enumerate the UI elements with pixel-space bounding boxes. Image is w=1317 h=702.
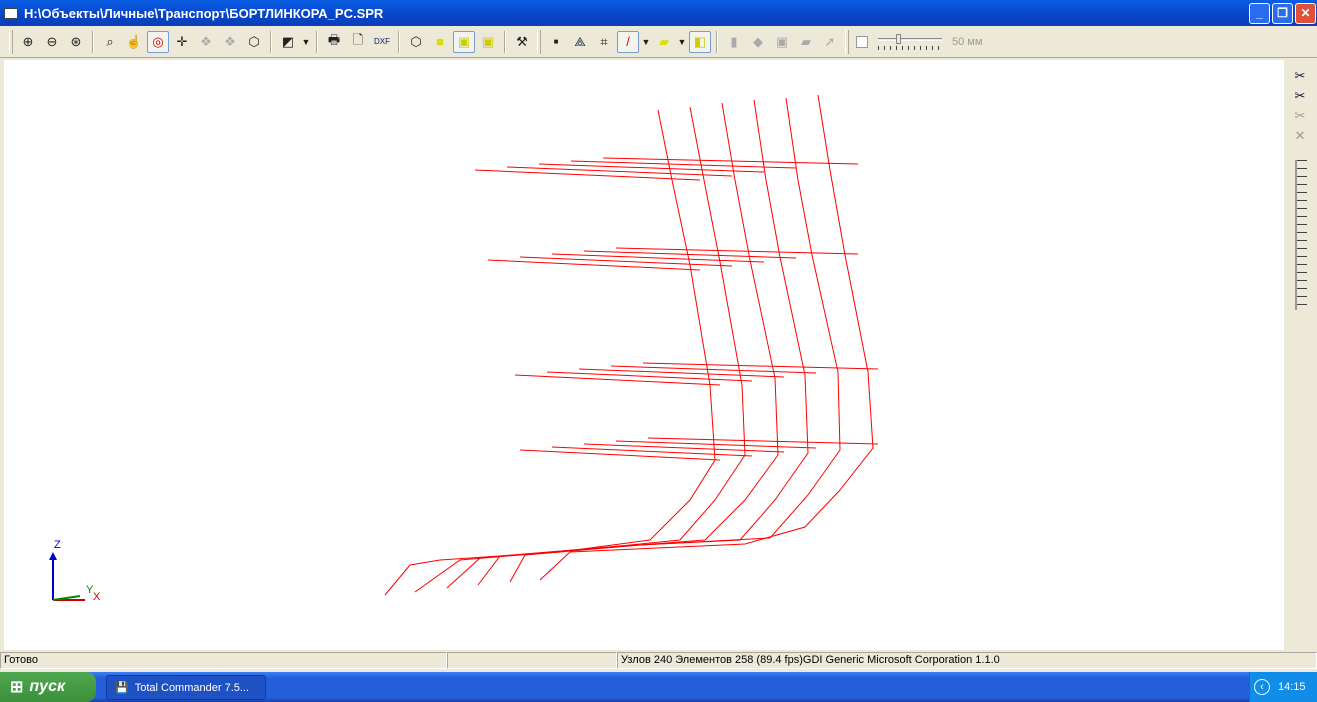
- solid-element-icon[interactable]: ◧: [689, 30, 711, 53]
- toolbar-grip[interactable]: [9, 29, 13, 54]
- start-label: пуск: [29, 678, 66, 695]
- wireframe-cube-icon[interactable]: ⬡: [405, 31, 427, 53]
- fragment2-icon[interactable]: ❖: [219, 31, 241, 53]
- app-icon: [4, 7, 18, 19]
- rotate-icon[interactable]: ◎: [147, 30, 169, 53]
- clock: 14:15: [1278, 681, 1306, 693]
- stringer-line: [474, 169, 701, 181]
- section-slider[interactable]: [878, 33, 942, 51]
- stringer-line: [514, 374, 721, 386]
- zoom-in-icon[interactable]: ⊕: [17, 31, 39, 53]
- taskbar: ⊞ пуск 💾 Total Commander 7.5... ‹ 14:15: [0, 672, 1317, 702]
- toolbar: ⊕ ⊖ ⊛ ⌕ ☝ ◎ ✛ ❖ ❖ ⬡ ◩ ▼ 🖶 🗋 DXF ⬡ ■ ▣ ▣ …: [0, 26, 1317, 58]
- minimize-button[interactable]: _: [1249, 3, 1270, 24]
- axis-x-label: X: [93, 591, 101, 603]
- stringer-line: [538, 163, 765, 173]
- tray-expand-icon[interactable]: ‹: [1254, 679, 1270, 695]
- line-element-icon[interactable]: /: [617, 30, 639, 53]
- status-ready: Готово: [0, 652, 447, 669]
- shape3-icon[interactable]: ▣: [771, 31, 793, 53]
- stringer-line: [519, 449, 721, 461]
- shaded-cube-icon[interactable]: ▣: [453, 30, 475, 53]
- dropdown-arrow-icon[interactable]: ▼: [641, 31, 651, 53]
- dropdown-arrow-icon[interactable]: ▼: [301, 31, 311, 53]
- stringer-line: [551, 253, 765, 263]
- task-label: Total Commander 7.5...: [134, 681, 250, 694]
- separator: [398, 30, 400, 53]
- status-empty: [447, 652, 617, 669]
- fragment-icon[interactable]: ❖: [195, 31, 217, 53]
- export-dxf-icon[interactable]: DXF: [371, 31, 393, 53]
- stringer-line: [551, 446, 753, 457]
- solid-cube-icon[interactable]: ■: [429, 31, 451, 53]
- print-icon[interactable]: 🖶: [323, 31, 345, 53]
- cut-disabled-icon[interactable]: ✂: [1289, 108, 1311, 126]
- axis-indicator: [49, 552, 85, 601]
- frame-line: [384, 109, 716, 596]
- stringer-line: [583, 443, 785, 453]
- node-icon[interactable]: ■: [545, 31, 567, 53]
- shaded-edges-cube-icon[interactable]: ▣: [477, 31, 499, 53]
- cut-cross-icon[interactable]: ✕: [1289, 128, 1311, 146]
- plate-element-icon[interactable]: ▰: [653, 31, 675, 53]
- toolbar-grip[interactable]: [845, 29, 849, 54]
- stringer-line: [546, 371, 753, 382]
- frame-line: [539, 94, 874, 581]
- slider-checkbox[interactable]: [856, 35, 868, 48]
- toolbar-grip[interactable]: [537, 29, 541, 54]
- model-viewport[interactable]: Z Y X: [4, 60, 1284, 650]
- title-bar: H:\Объекты\Личные\Транспорт\БОРТЛИНКОРА_…: [0, 0, 1317, 26]
- stringer-line: [506, 166, 733, 177]
- axis-z-label: Z: [54, 539, 61, 551]
- stringer-line: [578, 368, 785, 378]
- separator: [716, 30, 718, 53]
- status-info: Узлов 240 Элементов 258 (89.4 fps)GDI Ge…: [617, 652, 1317, 669]
- view-cube-icon[interactable]: ◩: [277, 31, 299, 53]
- zoom-window-icon[interactable]: ⌕: [99, 31, 121, 53]
- wireframe-model: [49, 94, 879, 601]
- stringer-line: [519, 256, 733, 267]
- separator: [92, 30, 94, 53]
- maximize-button[interactable]: ❐: [1272, 3, 1293, 24]
- zoom-out-icon[interactable]: ⊖: [41, 31, 63, 53]
- crosshair-icon[interactable]: ✛: [171, 31, 193, 53]
- start-button[interactable]: ⊞ пуск: [0, 672, 96, 702]
- shape2-icon[interactable]: ◆: [747, 31, 769, 53]
- windows-logo-icon: ⊞: [10, 679, 24, 696]
- zoom-extents-icon[interactable]: ⊛: [65, 31, 87, 53]
- separator: [316, 30, 318, 53]
- supports-icon[interactable]: ⟁: [569, 31, 591, 53]
- close-button[interactable]: ✕: [1295, 3, 1316, 24]
- status-bar: Готово Узлов 240 Элементов 258 (89.4 fps…: [0, 652, 1317, 670]
- shield-view-icon[interactable]: ⬡: [243, 31, 265, 53]
- separator: [270, 30, 272, 53]
- taskbar-item-total-commander[interactable]: 💾 Total Commander 7.5...: [106, 675, 266, 700]
- side-toolbar: ✂ ✂ ✂ ✕: [1285, 60, 1315, 650]
- system-tray: ‹ 14:15: [1249, 672, 1317, 702]
- stringer-line: [487, 259, 701, 271]
- tools-icon[interactable]: ⚒: [511, 31, 533, 53]
- dropdown-arrow-icon[interactable]: ▼: [677, 31, 687, 53]
- shape1-icon[interactable]: ▮: [723, 31, 745, 53]
- frame-line: [509, 97, 841, 583]
- slider-value: 50 мм: [952, 35, 983, 48]
- shape4-icon[interactable]: ▰: [795, 31, 817, 53]
- print-preview-icon[interactable]: 🗋: [347, 31, 369, 53]
- grid-nodes-icon[interactable]: ⌗: [593, 31, 615, 53]
- cut-plane-icon[interactable]: ✂: [1289, 88, 1311, 106]
- window-title: H:\Объекты\Личные\Транспорт\БОРТЛИНКОРА_…: [24, 5, 384, 21]
- cut-icon[interactable]: ✂: [1289, 68, 1311, 86]
- separator: [504, 30, 506, 53]
- pan-icon[interactable]: ☝: [123, 31, 145, 53]
- shape5-icon[interactable]: ➚: [819, 31, 841, 53]
- floppy-icon: 💾: [115, 682, 129, 694]
- section-vertical-slider[interactable]: [1295, 160, 1307, 310]
